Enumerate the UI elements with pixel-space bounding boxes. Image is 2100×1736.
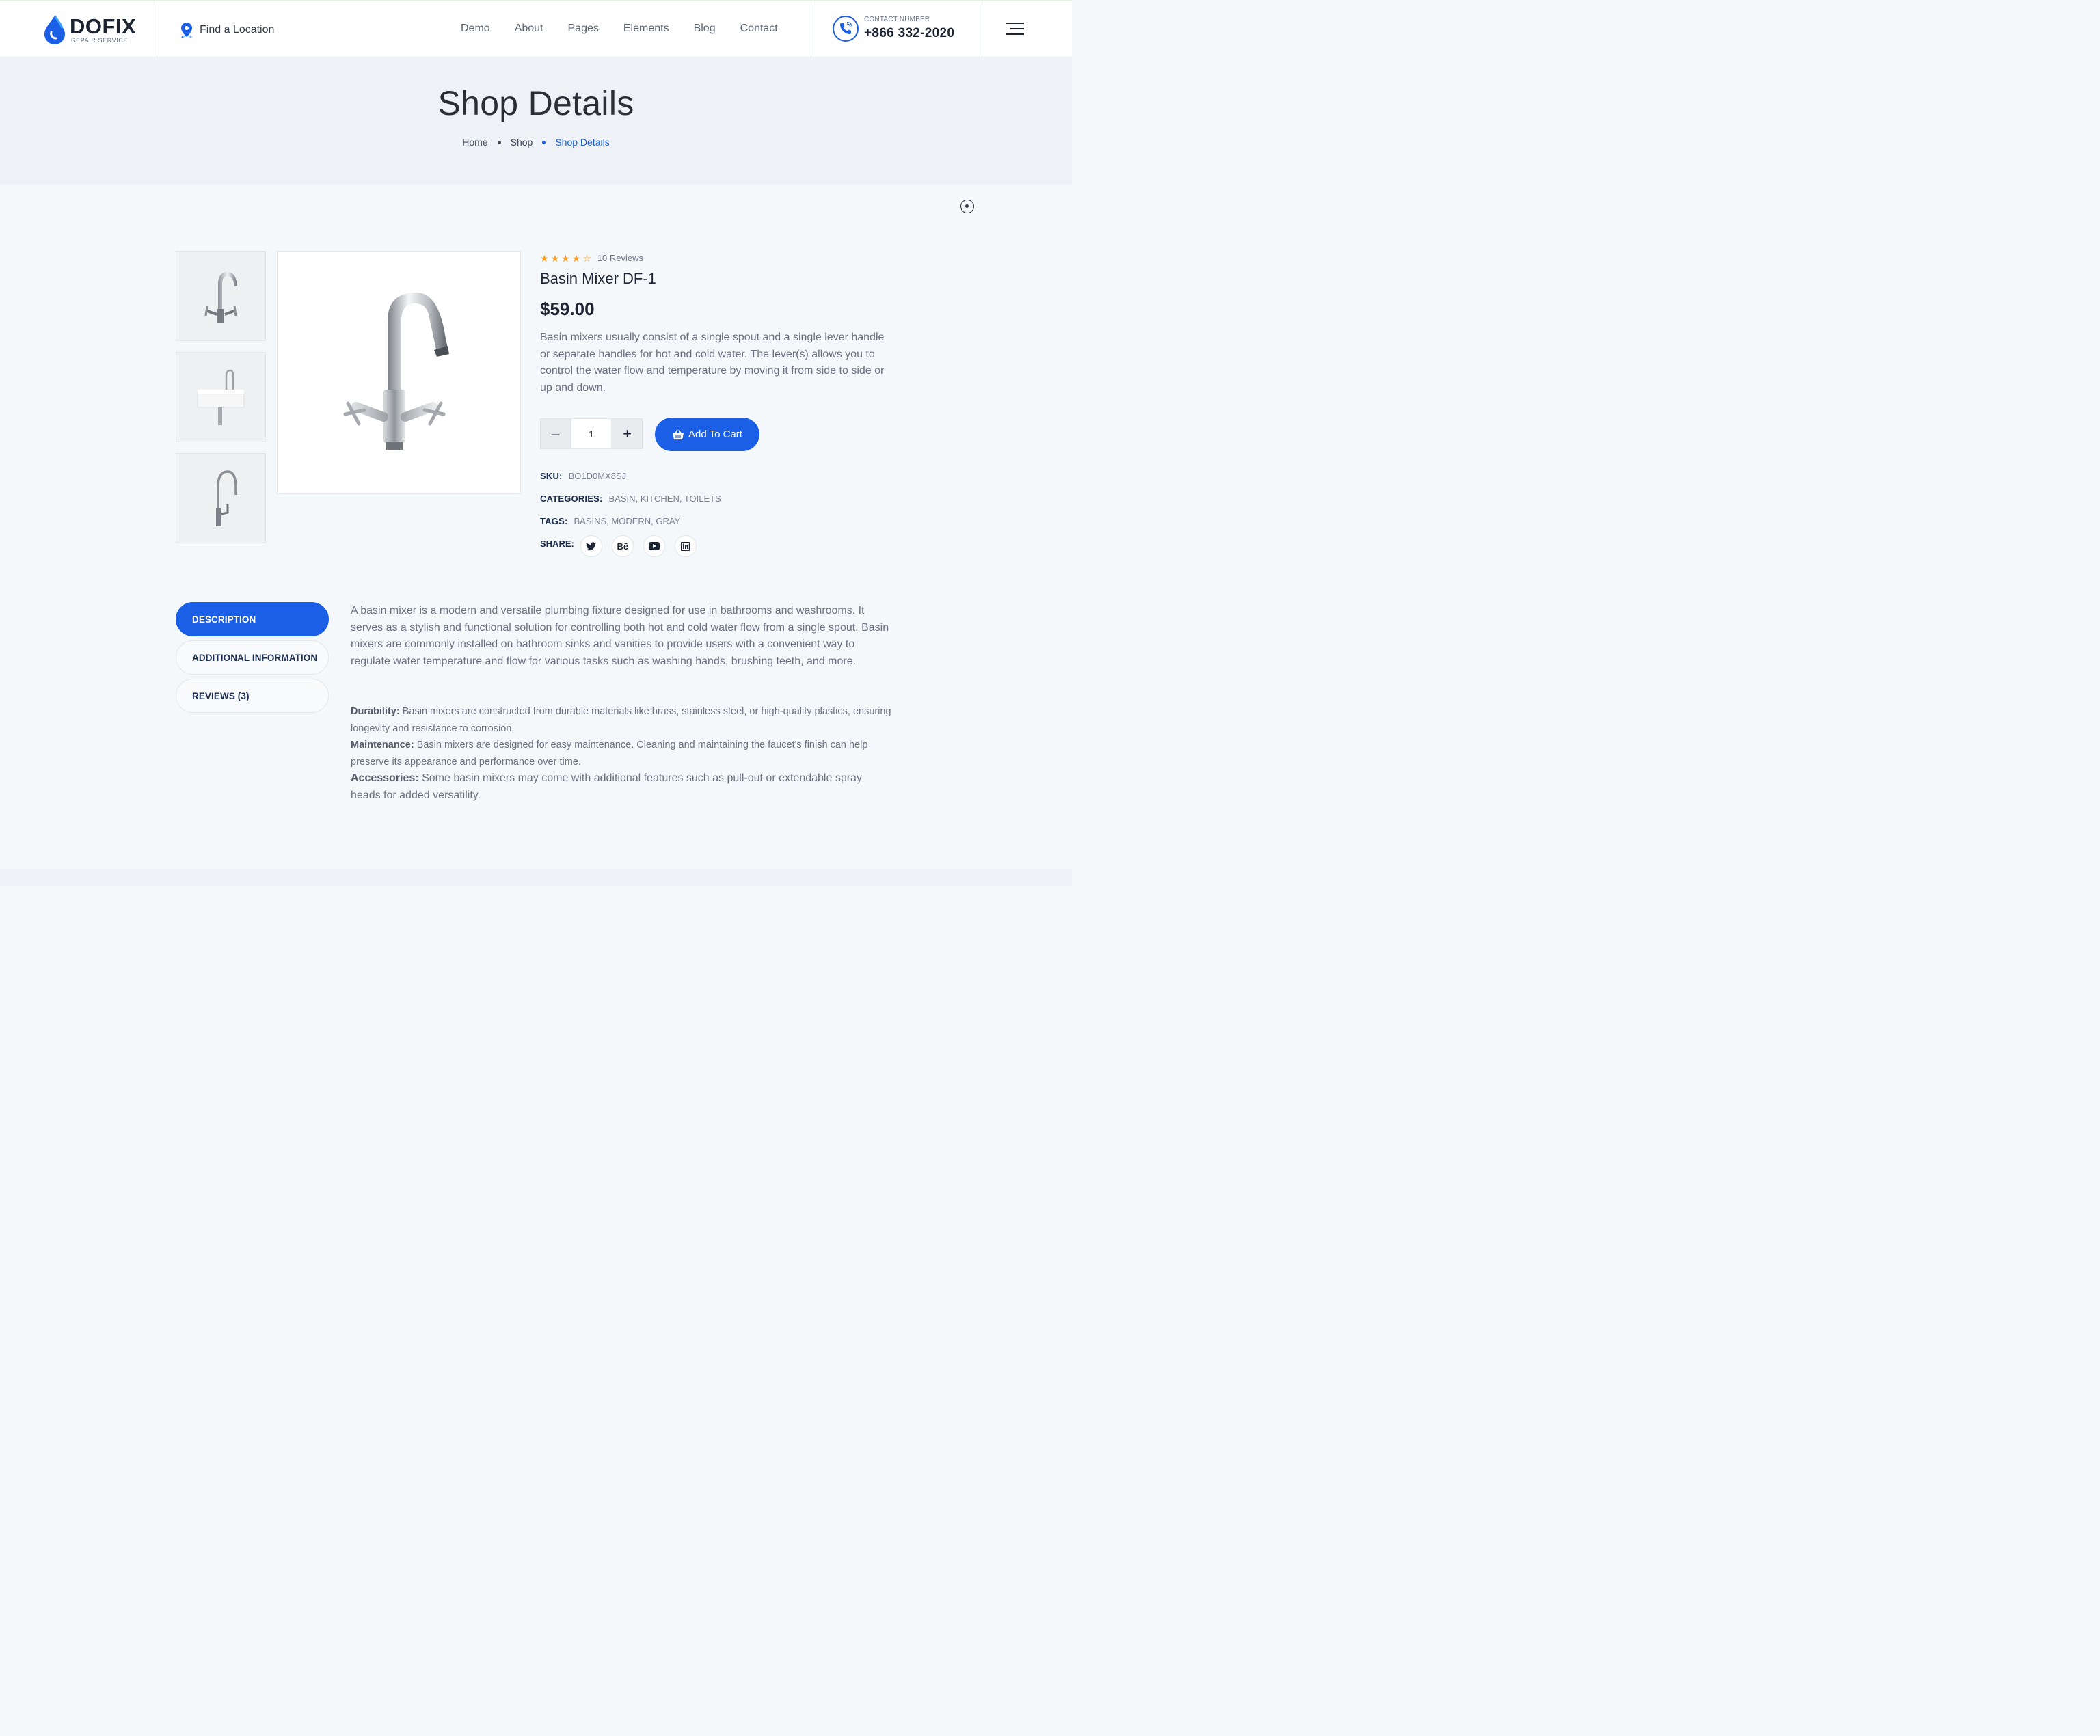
nav-blog[interactable]: Blog [694,23,716,35]
nav-contact[interactable]: Contact [740,23,778,35]
product-thumbnail-1[interactable] [176,251,266,341]
quantity-increase-button[interactable]: + [612,418,643,449]
contact-phone[interactable]: +866 332-2020 [864,26,954,41]
description-features: Durability: Basin mixers are constructed… [351,703,892,804]
behance-icon[interactable]: Bē [611,535,634,557]
add-to-cart-button[interactable]: Add To Cart [655,418,759,451]
breadcrumb-shop[interactable]: Shop [511,137,533,148]
sku-value: BO1D0MX8SJ [568,471,627,481]
nav-about[interactable]: About [515,23,543,35]
product-title: Basin Mixer DF-1 [540,270,656,287]
quantity-input[interactable] [571,418,612,449]
tab-reviews[interactable]: REVIEWS (3) [176,679,329,713]
tags-label: TAGS: [540,516,568,526]
tab-additional-information[interactable]: ADDITIONAL INFORMATION [176,640,329,675]
logo[interactable]: DOFIX REPAIR SERVICE [42,13,145,46]
product-tags: TAGS: BASINS, MODERN, GRAY [540,516,680,526]
product-price: $59.00 [540,299,595,319]
reviews-count[interactable]: 10 Reviews [597,253,643,263]
breadcrumb-home[interactable]: Home [462,137,487,148]
star-filled-icon: ★ [550,252,560,264]
phone-icon [833,16,859,42]
faucet-image [216,470,237,526]
nav-pages[interactable]: Pages [568,23,599,35]
product-thumbnail-3[interactable] [176,453,266,543]
water-drop-logo-icon [44,15,65,44]
tags-value[interactable]: BASINS, MODERN, GRAY [574,516,680,526]
tab-description[interactable]: DESCRIPTION [176,602,329,636]
logo-name: DOFIX [70,14,137,38]
add-to-cart-label: Add To Cart [688,429,742,440]
footer-strip [0,869,1072,886]
share-links: SHARE: Bē [540,535,706,557]
categories-value[interactable]: BASIN, KITCHEN, TOILETS [609,493,721,504]
star-empty-icon: ☆ [582,252,591,264]
description-intro: A basin mixer is a modern and versatile … [351,605,889,667]
contact-number[interactable]: CONTACT NUMBER +866 332-2020 [833,14,976,44]
breadcrumb: Home Shop Shop Details [0,137,1072,148]
product-categories: CATEGORIES: BASIN, KITCHEN, TOILETS [540,493,721,504]
faucet-image [204,272,237,323]
breadcrumb-current: Shop Details [555,137,610,148]
faucet-image [343,293,449,450]
logo-tagline: REPAIR SERVICE [71,37,129,44]
basin-image [197,369,245,425]
sku-label: SKU: [540,471,563,481]
find-location-link[interactable]: Find a Location [179,21,274,39]
breadcrumb-separator [497,140,501,144]
feature-durability: Durability: Basin mixers are constructed… [351,706,891,734]
page-title: Shop Details [438,84,634,122]
star-filled-icon: ★ [540,252,549,264]
map-pin-icon [181,23,192,38]
product-sku: SKU: BO1D0MX8SJ [540,471,626,481]
cursor-target-icon [960,200,974,213]
nav-demo[interactable]: Demo [461,23,490,35]
categories-label: CATEGORIES: [540,493,603,504]
site-header: DOFIX REPAIR SERVICE Find a Location Dem… [0,0,1072,58]
hamburger-menu-icon[interactable] [1006,23,1025,36]
contact-label: CONTACT NUMBER [864,16,930,23]
product-thumbnail-2[interactable] [176,352,266,442]
product-rating[interactable]: ★ ★ ★ ★ ☆ 10 Reviews [540,253,643,263]
linkedin-icon[interactable] [674,535,697,557]
star-filled-icon: ★ [571,252,581,264]
find-location-label: Find a Location [200,24,275,36]
star-filled-icon: ★ [561,252,570,264]
page-hero: Shop Details Home Shop Shop Details [0,57,1072,185]
breadcrumb-separator [542,140,546,144]
twitter-icon[interactable] [580,535,602,557]
main-nav: Demo About Pages Elements Blog Contact [461,23,778,35]
product-main-image[interactable] [277,251,521,494]
share-label: SHARE: [540,539,574,549]
product-summary: Basin mixers usually consist of a single… [540,331,885,394]
youtube-icon[interactable] [643,535,665,557]
basket-icon [673,429,684,439]
quantity-decrease-button[interactable]: – [540,418,571,449]
nav-elements[interactable]: Elements [623,23,669,35]
feature-maintenance: Maintenance: Basin mixers are designed f… [351,740,868,768]
quantity-stepper: – + [540,418,643,449]
feature-accessories: Accessories: Some basin mixers may come … [351,772,862,801]
